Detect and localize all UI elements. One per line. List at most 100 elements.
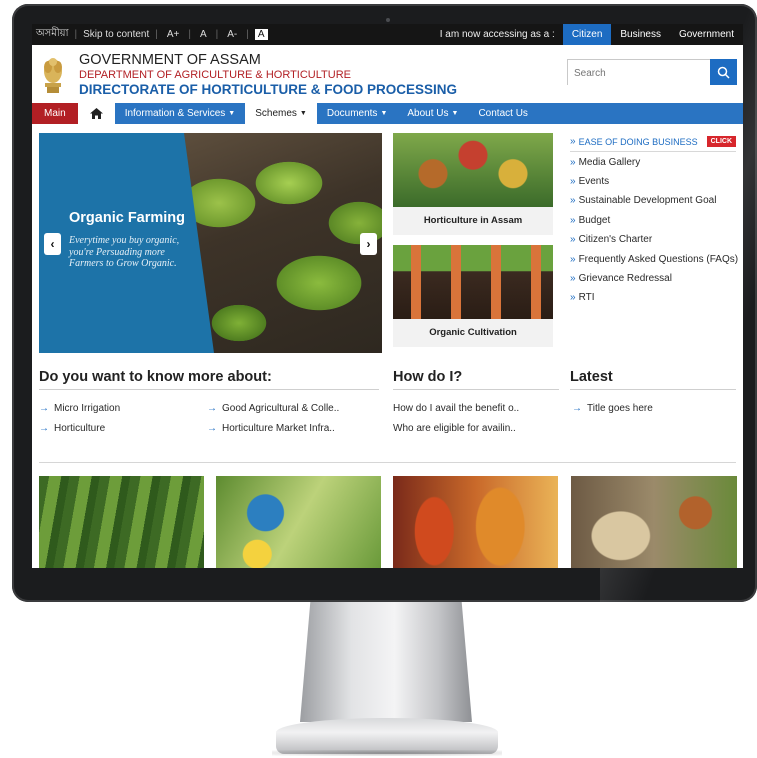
link-rti[interactable]: » RTI	[570, 288, 738, 307]
latest-heading: Latest	[570, 369, 736, 390]
contrast-toggle-button[interactable]: A	[254, 29, 268, 40]
tile-image	[393, 245, 553, 319]
tile-image	[393, 133, 553, 207]
link-label: Grievance Redressal	[578, 272, 672, 284]
how-do-i-heading: How do I?	[393, 369, 559, 390]
font-decrease-button[interactable]: A-	[224, 29, 240, 40]
link-label: Budget	[578, 214, 611, 226]
link-label: Micro Irrigation	[54, 403, 121, 414]
website-screen: অসমীয়া | Skip to content | A+ | A | A- …	[32, 24, 743, 568]
nav-about-us[interactable]: About Us ▼	[397, 103, 468, 124]
nav-information-label: Information & Services	[124, 108, 226, 119]
nav-home[interactable]	[77, 103, 115, 124]
link-label: Events	[578, 175, 610, 187]
home-icon	[89, 108, 103, 119]
know-more-link[interactable]: → Horticulture Market Infra..	[207, 423, 335, 434]
link-events[interactable]: » Events	[570, 172, 738, 191]
nav-information-services[interactable]: Information & Services ▼	[115, 103, 246, 124]
link-label: Good Agricultural & Colle..	[222, 403, 340, 414]
directorate-title: DIRECTORATE OF HORTICULTURE & FOOD PROCE…	[79, 82, 458, 97]
slider-prev-button[interactable]: ‹	[44, 233, 61, 255]
monitor-stand-neck	[300, 602, 472, 722]
tile-caption: Organic Cultivation	[429, 327, 517, 338]
latest-item[interactable]: → Title goes here	[572, 403, 653, 414]
search-box	[567, 59, 737, 86]
know-more-heading: Do you want to know more about:	[39, 369, 379, 390]
chevron-down-icon: ▼	[380, 110, 388, 117]
ease-of-doing-business-link[interactable]: » EASE OF DOING BUSINESS CLICK	[570, 132, 736, 153]
chevron-down-icon: ▼	[451, 110, 459, 117]
link-label: Frequently Asked Questions (FAQs)	[578, 253, 739, 265]
click-badge[interactable]: CLICK	[706, 136, 736, 148]
arrow-right-icon: →	[39, 423, 49, 434]
state-emblem-icon	[44, 58, 62, 93]
hero-subtitle: Everytime you buy organic, you're Persua…	[69, 235, 180, 269]
chevron-down-icon: ▼	[299, 110, 307, 117]
site-header: GOVERNMENT OF ASSAM DEPARTMENT OF AGRICU…	[32, 45, 743, 103]
search-input[interactable]	[568, 60, 718, 86]
know-more-link[interactable]: → Horticulture	[39, 423, 105, 434]
arrow-right-icon: →	[572, 403, 582, 414]
arrow-right-icon: →	[207, 403, 217, 414]
tile-organic-cultivation[interactable]: Organic Cultivation	[393, 245, 553, 347]
link-sdg[interactable]: » Sustainable Development Goal	[570, 191, 738, 210]
gallery-photo-banana-plantation[interactable]	[39, 476, 204, 568]
stand-shadow	[272, 750, 502, 756]
role-citizen-tab[interactable]: Citizen	[562, 24, 612, 45]
link-label: Horticulture	[54, 423, 106, 434]
role-business-tab[interactable]: Business	[611, 24, 670, 45]
how-do-i-link[interactable]: How do I avail the benefit o..	[393, 403, 519, 414]
link-budget[interactable]: » Budget	[570, 211, 738, 230]
ease-label: EASE OF DOING BUSINESS	[578, 136, 698, 147]
gallery-photo-food-processing[interactable]	[393, 476, 558, 568]
link-label: RTI	[578, 292, 595, 304]
tile-horticulture-assam[interactable]: Horticulture in Assam	[393, 133, 553, 235]
slider-next-button[interactable]: ›	[360, 233, 377, 255]
link-citizens-charter[interactable]: » Citizen's Charter	[570, 230, 738, 249]
nav-schemes-label: Schemes	[255, 108, 297, 119]
gallery-photo-gap-farmers[interactable]	[216, 476, 381, 568]
quick-links: » EASE OF DOING BUSINESS CLICK » Media Gal…	[570, 132, 738, 308]
department-title: DEPARTMENT OF AGRICULTURE & HORTICULTURE	[79, 69, 351, 81]
know-more-link[interactable]: → Micro Irrigation	[39, 403, 120, 414]
link-label: Sustainable Development Goal	[578, 195, 717, 207]
link-faqs[interactable]: » Frequently Asked Questions (FAQs)	[570, 249, 738, 268]
chevron-left-icon: ‹	[50, 237, 55, 251]
font-normal-button[interactable]: A	[197, 29, 210, 40]
tile-caption: Horticulture in Assam	[423, 215, 523, 226]
nav-documents-label: Documents	[326, 108, 378, 119]
govt-title: GOVERNMENT OF ASSAM	[79, 52, 261, 68]
hero-title: Organic Farming	[69, 210, 186, 226]
nav-contact-label: Contact Us	[478, 108, 528, 119]
link-label: Horticulture Market Infra..	[222, 423, 335, 434]
chevron-down-icon: ▼	[228, 110, 236, 117]
link-grievance[interactable]: » Grievance Redressal	[570, 269, 738, 288]
skip-to-content-link[interactable]: Skip to content	[83, 29, 149, 40]
know-more-link[interactable]: → Good Agricultural & Colle..	[207, 403, 339, 414]
search-icon	[717, 66, 730, 79]
nav-schemes[interactable]: Schemes ▼	[245, 103, 317, 124]
hero-slider: Organic Farming Everytime you buy organi…	[39, 133, 382, 353]
monitor-stand-base	[276, 718, 498, 754]
nav-contact-us[interactable]: Contact Us	[468, 103, 537, 124]
role-government-tab[interactable]: Government	[670, 24, 743, 45]
chevron-right-icon: ›	[366, 237, 371, 251]
gallery-photo-market[interactable]	[571, 476, 737, 568]
how-do-i-link[interactable]: Who are eligible for availin..	[393, 423, 516, 434]
nav-main-label: Main	[44, 108, 66, 119]
arrow-right-icon: →	[39, 403, 49, 414]
language-link[interactable]: অসমীয়া	[36, 26, 68, 43]
font-increase-button[interactable]: A+	[164, 29, 183, 40]
utility-bar: অসমীয়া | Skip to content | A+ | A | A- …	[32, 24, 743, 45]
link-label: Title goes here	[587, 403, 653, 414]
main-navigation: Main Information & Services ▼ Schemes ▼ Do…	[32, 103, 743, 124]
nav-about-label: About Us	[407, 108, 449, 119]
search-button[interactable]	[710, 59, 737, 85]
link-media-gallery[interactable]: » Media Gallery	[570, 152, 738, 171]
arrow-right-icon: →	[207, 423, 217, 434]
accessing-as-label: I am now accessing as a :	[439, 29, 555, 40]
nav-documents[interactable]: Documents ▼	[317, 103, 398, 124]
webcam	[386, 18, 390, 22]
nav-main[interactable]: Main	[32, 103, 78, 124]
link-label: Media Gallery	[578, 156, 641, 168]
